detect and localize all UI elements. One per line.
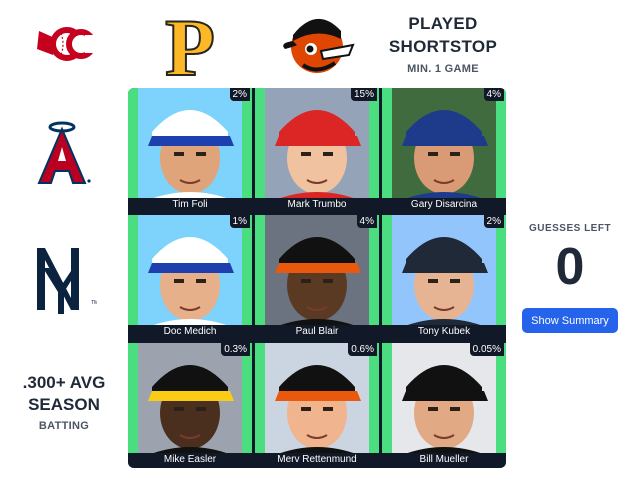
player-name: Paul Blair: [255, 325, 379, 339]
rarity-percent: 4%: [356, 215, 377, 228]
row-header-title-line2: SEASON: [28, 395, 100, 414]
column-header-subtitle: MIN. 1 GAME: [407, 63, 479, 75]
row-header-title-line1: .300+ AVG: [22, 373, 106, 392]
rarity-percent: 2%: [229, 88, 250, 101]
rarity-percent: 0.05%: [469, 343, 504, 356]
grid-cell[interactable]: 2% Tony Kubek: [382, 215, 506, 339]
grid-cell[interactable]: 15% Mark Trumbo: [255, 88, 379, 212]
rarity-percent: 2%: [483, 215, 504, 228]
player-photo: [138, 88, 242, 200]
grid-cell[interactable]: 4% Paul Blair: [255, 215, 379, 339]
player-name: Doc Medich: [128, 325, 252, 339]
rarity-percent: 1%: [229, 215, 250, 228]
player-photo: [392, 88, 496, 200]
player-name: Mike Easler: [128, 453, 252, 467]
player-name: Gary Disarcina: [382, 198, 506, 212]
svg-text:TM: TM: [91, 300, 97, 306]
baltimore-orioles-logo-icon: [280, 8, 356, 80]
rarity-percent: 0.3%: [221, 343, 250, 356]
player-photo: [392, 215, 496, 327]
column-header-title-line1: PLAYED: [408, 14, 478, 33]
player-name: Bill Mueller: [382, 453, 506, 467]
column-header-played-shortstop: PLAYED SHORTSTOP MIN. 1 GAME: [370, 12, 516, 75]
grid-cell[interactable]: 1% Doc Medich: [128, 215, 252, 339]
grid-cell[interactable]: 4% Gary Disarcina: [382, 88, 506, 212]
grid-cell[interactable]: 0.3% Mike Easler: [128, 343, 252, 467]
player-name: Tim Foli: [128, 198, 252, 212]
guesses-left-label: GUESSES LEFT: [528, 223, 612, 234]
player-photo: [138, 343, 242, 455]
player-name: Mark Trumbo: [255, 198, 379, 212]
show-summary-button[interactable]: Show Summary: [522, 308, 618, 333]
rarity-percent: 15%: [350, 88, 377, 101]
player-photo: [265, 88, 369, 200]
player-photo: [265, 343, 369, 455]
row-header-300-avg-season: .300+ AVG SEASON BATTING: [8, 372, 120, 432]
row-header-subtitle: BATTING: [38, 420, 90, 432]
grid-cell[interactable]: 0.6% Merv Rettenmund: [255, 343, 379, 467]
rarity-percent: 0.6%: [348, 343, 377, 356]
answer-grid: 2% Tim Foli 15% Mark Trumbo 4% Gary Disarcina…: [128, 88, 506, 468]
grid-cell[interactable]: 2% Tim Foli: [128, 88, 252, 212]
cincinnati-reds-logo-icon: [28, 14, 96, 74]
guesses-left-count: 0: [555, 238, 585, 296]
player-photo: [392, 343, 496, 455]
los-angeles-angels-logo-icon: [34, 114, 94, 194]
player-photo: [138, 215, 242, 327]
svg-text:P: P: [165, 9, 215, 83]
player-photo: [265, 215, 369, 327]
column-header-title-line2: SHORTSTOP: [388, 37, 498, 56]
pittsburgh-pirates-logo-icon: P: [160, 8, 220, 84]
player-name: Merv Rettenmund: [255, 453, 379, 467]
new-york-yankees-logo-icon: TM: [26, 240, 98, 318]
rarity-percent: 4%: [483, 88, 504, 101]
player-name: Tony Kubek: [382, 325, 506, 339]
grid-cell[interactable]: 0.05% Bill Mueller: [382, 343, 506, 467]
